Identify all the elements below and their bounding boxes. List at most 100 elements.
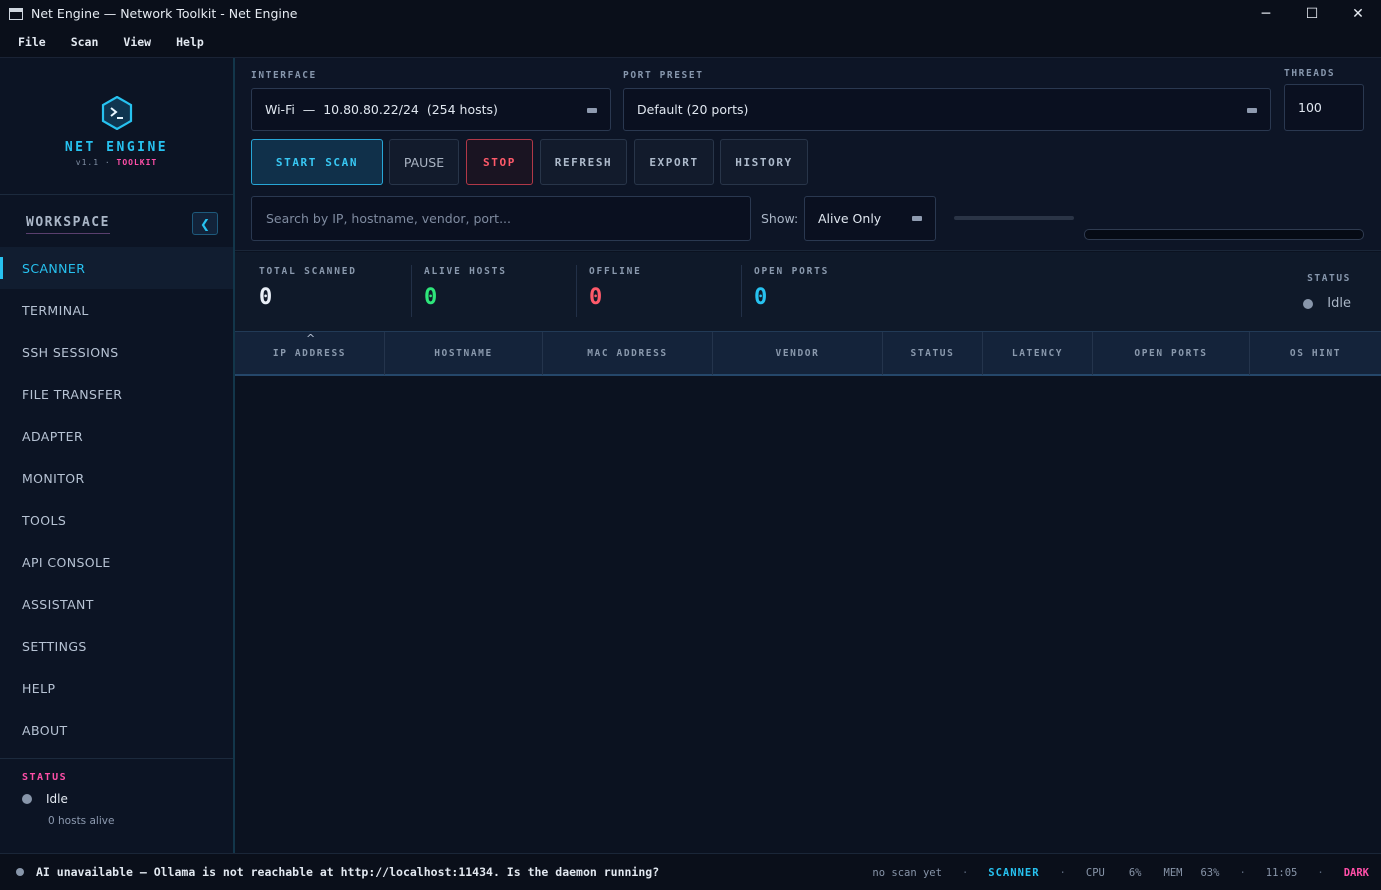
brand-subtitle: v1.1 · TOOLKIT	[76, 158, 157, 167]
export-button[interactable]: EXPORT	[634, 139, 714, 185]
scan-progress-bar	[1084, 229, 1364, 240]
port-preset-select-value: Default (20 ports)	[637, 102, 749, 117]
column-vendor[interactable]: VENDOR	[713, 332, 883, 375]
maximize-button[interactable]: ☐	[1289, 0, 1335, 27]
status-bar-metrics: no scan yet · SCANNER · CPU 6% MEM 63% ·…	[858, 854, 1369, 890]
collapse-sidebar-button[interactable]: ❮	[192, 212, 218, 235]
stat-open-ports-value: 0	[754, 285, 768, 310]
stat-open-ports: OPEN PORTS 0	[754, 266, 829, 310]
brand-separator: ·	[104, 158, 111, 167]
stats-bar: TOTAL SCANNED 0 ALIVE HOSTS 0 OFFLINE 0 …	[235, 252, 1381, 331]
column-latency[interactable]: LATENCY	[983, 332, 1093, 375]
stat-alive-hosts-value: 0	[424, 285, 438, 310]
port-preset-select[interactable]: Default (20 ports)	[623, 88, 1271, 131]
stat-total-scanned: TOTAL SCANNED 0	[259, 266, 357, 310]
sidebar-item-settings[interactable]: SETTINGS	[0, 625, 233, 667]
sidebar-item-monitor[interactable]: MONITOR	[0, 457, 233, 499]
search-input[interactable]: Search by IP, hostname, vendor, port...	[251, 196, 751, 241]
window-title: Net Engine — Network Toolkit - Net Engin…	[31, 6, 298, 21]
sidebar-item-file-transfer[interactable]: FILE TRANSFER	[0, 373, 233, 415]
menu-file[interactable]: File	[18, 35, 46, 49]
column-ip-address[interactable]: IP ADDRESS	[235, 332, 385, 375]
title-bar: Net Engine — Network Toolkit - Net Engin…	[0, 0, 1381, 27]
sidebar-status-label: STATUS	[22, 772, 68, 783]
scanner-panel: INTERFACE Wi-Fi — 10.80.80.22/24 (254 ho…	[235, 58, 1381, 853]
stat-offline: OFFLINE 0	[589, 266, 642, 310]
scan-activity-indicator	[954, 216, 1074, 220]
threads-value: 100	[1298, 100, 1322, 115]
status-separator: ·	[1317, 866, 1324, 879]
chevron-left-icon: ❮	[199, 216, 211, 231]
clock: 11:05	[1265, 866, 1298, 879]
minimize-button[interactable]: ─	[1243, 0, 1289, 27]
status-separator: ·	[1059, 866, 1066, 879]
brand-tag: TOOLKIT	[116, 158, 158, 167]
threads-input[interactable]: 100	[1284, 84, 1364, 131]
status-bar: AI unavailable — Ollama is not reachable…	[0, 853, 1381, 890]
dropdown-caret-icon	[587, 108, 597, 113]
status-dot-icon	[1303, 298, 1314, 309]
workspace-header: WORKSPACE ❮	[0, 195, 233, 247]
show-filter-label: Show:	[761, 211, 799, 226]
stat-divider	[741, 265, 742, 317]
refresh-button[interactable]: REFRESH	[540, 139, 627, 185]
cpu-label: CPU	[1085, 866, 1105, 879]
sidebar: NET ENGINE v1.1 · TOOLKIT WORKSPACE ❮ SC…	[0, 58, 235, 853]
sidebar-hosts-alive: 0 hosts alive	[48, 815, 115, 827]
dropdown-caret-icon	[1247, 108, 1257, 113]
sidebar-item-scanner[interactable]: SCANNER	[0, 247, 233, 289]
theme-toggle[interactable]: DARK	[1344, 867, 1369, 879]
sidebar-status: STATUS Idle 0 hosts alive	[0, 758, 233, 827]
stat-offline-label: OFFLINE	[589, 266, 642, 277]
stop-button[interactable]: STOP	[466, 139, 533, 185]
close-button[interactable]: ✕	[1335, 0, 1381, 27]
ai-status-message: AI unavailable — Ollama is not reachable…	[36, 865, 660, 879]
column-open-ports[interactable]: OPEN PORTS	[1093, 332, 1250, 375]
dropdown-caret-icon	[912, 216, 922, 221]
terminal-hex-icon	[101, 96, 132, 130]
menu-scan[interactable]: Scan	[71, 35, 99, 49]
app-icon	[9, 7, 23, 20]
stat-offline-value: 0	[589, 285, 603, 310]
status-separator: ·	[961, 866, 969, 879]
sidebar-item-adapter[interactable]: ADAPTER	[0, 415, 233, 457]
history-button[interactable]: HISTORY	[720, 139, 808, 185]
menu-view[interactable]: View	[123, 35, 151, 49]
column-hostname[interactable]: HOSTNAME	[385, 332, 543, 375]
column-mac-address[interactable]: MAC ADDRESS	[543, 332, 713, 375]
brand: NET ENGINE v1.1 · TOOLKIT	[0, 58, 233, 195]
results-table-header: ^ IP ADDRESS HOSTNAME MAC ADDRESS VENDOR…	[235, 331, 1381, 376]
sidebar-nav: SCANNER TERMINAL SSH SESSIONS FILE TRANS…	[0, 247, 233, 751]
scan-status-label: STATUS	[1307, 273, 1351, 284]
sidebar-item-terminal[interactable]: TERMINAL	[0, 289, 233, 331]
window-controls: ─ ☐ ✕	[1243, 0, 1381, 27]
sidebar-item-about[interactable]: ABOUT	[0, 709, 233, 751]
show-filter-select[interactable]: Alive Only	[804, 196, 936, 241]
show-filter-value: Alive Only	[818, 211, 882, 226]
sidebar-item-tools[interactable]: TOOLS	[0, 499, 233, 541]
cpu-value: 6%	[1128, 866, 1142, 879]
column-status[interactable]: STATUS	[883, 332, 983, 375]
stat-alive-hosts: ALIVE HOSTS 0	[424, 266, 507, 310]
sidebar-item-ssh-sessions[interactable]: SSH SESSIONS	[0, 331, 233, 373]
search-placeholder: Search by IP, hostname, vendor, port...	[266, 211, 511, 226]
column-os-hint[interactable]: OS HINT	[1250, 332, 1381, 375]
mem-value: 63%	[1200, 866, 1220, 879]
stat-divider	[576, 265, 577, 317]
stat-total-scanned-label: TOTAL SCANNED	[259, 266, 357, 277]
status-separator: ·	[1239, 866, 1246, 879]
interface-select-value: Wi-Fi — 10.80.80.22/24 (254 hosts)	[265, 102, 498, 117]
scan-summary: no scan yet	[872, 866, 942, 879]
interface-select[interactable]: Wi-Fi — 10.80.80.22/24 (254 hosts)	[251, 88, 611, 131]
brand-name: NET ENGINE	[64, 140, 169, 155]
sidebar-item-api-console[interactable]: API CONSOLE	[0, 541, 233, 583]
menu-help[interactable]: Help	[176, 35, 204, 49]
sidebar-item-help[interactable]: HELP	[0, 667, 233, 709]
sidebar-item-assistant[interactable]: ASSISTANT	[0, 583, 233, 625]
menu-bar: File Scan View Help	[0, 27, 1381, 58]
stat-total-scanned-value: 0	[259, 285, 273, 310]
mem-label: MEM	[1163, 866, 1183, 879]
results-table-body[interactable]	[235, 376, 1381, 853]
start-scan-button[interactable]: START SCAN	[251, 139, 383, 185]
pause-button[interactable]: PAUSE	[389, 139, 459, 185]
